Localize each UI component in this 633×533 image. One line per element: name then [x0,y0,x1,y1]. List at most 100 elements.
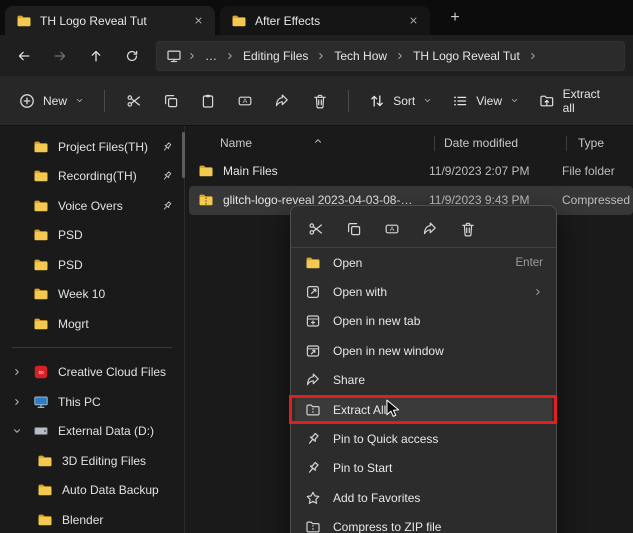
mouse-cursor [386,399,401,419]
extract-icon [539,93,555,109]
sidebar-item-label: Creative Cloud Files [58,365,173,379]
close-tab-icon[interactable] [403,11,423,31]
menu-item-compress-to-zip[interactable]: Compress to ZIP file [295,513,552,533]
close-tab-icon[interactable] [188,11,208,31]
share-icon [422,221,438,237]
breadcrumb-ellipsis[interactable]: … [202,47,220,65]
sort-button[interactable]: Sort [360,84,441,118]
rename-button[interactable] [228,84,263,118]
navigation-pane: Project Files(TH) Recording(TH) Voice Ov… [0,126,184,533]
refresh-button[interactable] [116,41,148,71]
sidebar-item-voice-overs[interactable]: Voice Overs [3,191,181,221]
column-headers: Name Date modified Type [185,130,633,156]
extract-all-highlight-annotation [289,395,557,424]
copy-button[interactable] [153,84,188,118]
chevron-down-icon [75,96,84,105]
extract-all-label: Extract all [563,87,614,115]
new-tab-icon [304,313,321,330]
sidebar-item-psd-2[interactable]: PSD [3,250,181,280]
column-label: Date modified [444,136,518,150]
cut-button[interactable] [298,214,334,243]
sort-ascending-icon [313,136,323,146]
share-icon [304,372,321,389]
sidebar-item-creative-cloud-files[interactable]: Creative Cloud Files [3,358,181,388]
forward-button[interactable] [44,41,76,71]
paste-button[interactable] [190,84,225,118]
sidebar-item-label: PSD [58,258,173,272]
cut-button[interactable] [116,84,151,118]
rename-icon [384,221,400,237]
forward-icon [53,49,67,63]
address-bar[interactable]: … Editing Files Tech How TH Logo Reveal … [156,41,625,71]
menu-item-open-with[interactable]: Open with [295,277,552,306]
sidebar-item-label: Voice Overs [58,199,152,213]
sidebar-item-mogrt[interactable]: Mogrt [3,309,181,339]
column-header-name[interactable]: Name [185,136,434,150]
view-label: View [476,94,502,108]
drive-icon [33,423,49,439]
menu-item-open-in-new-tab[interactable]: Open in new tab [295,307,552,336]
folder-icon [33,227,49,243]
view-button[interactable]: View [443,84,528,118]
breadcrumb-item[interactable]: Editing Files [240,47,311,65]
sidebar-item-3d-editing-files[interactable]: 3D Editing Files [3,446,181,476]
delete-button[interactable] [450,214,486,243]
delete-button[interactable] [302,84,337,118]
file-type: Compressed [550,193,633,207]
navigation-bar: … Editing Files Tech How TH Logo Reveal … [0,35,633,76]
folder-icon [33,257,49,273]
sort-icon [369,93,385,109]
up-button[interactable] [80,41,112,71]
sort-label: Sort [393,94,415,108]
sidebar-item-blender[interactable]: Blender [3,505,181,533]
share-button[interactable] [412,214,448,243]
sidebar-item-week-10[interactable]: Week 10 [3,280,181,310]
menu-item-open[interactable]: Open Enter [295,248,552,277]
sidebar-item-project-files[interactable]: Project Files(TH) [3,132,181,162]
tab-th-logo-reveal-tut[interactable]: TH Logo Reveal Tut [5,6,215,35]
breadcrumb-item[interactable]: Tech How [331,47,390,65]
sidebar-item-label: Recording(TH) [58,169,152,183]
extract-all-button[interactable]: Extract all [530,84,623,118]
rename-icon [237,93,253,109]
copy-button[interactable] [336,214,372,243]
chevron-right-icon[interactable] [9,394,24,409]
sidebar-scrollbar[interactable] [182,132,185,178]
sidebar-tree: Creative Cloud Files This PC External Da… [0,358,184,533]
sidebar-item-external-data[interactable]: External Data (D:) [3,417,181,447]
menu-item-add-to-favorites[interactable]: Add to Favorites [295,483,552,512]
star-icon [304,489,321,506]
new-button[interactable]: New [10,84,93,118]
menu-item-label: Open [333,256,504,270]
sidebar-item-this-pc[interactable]: This PC [3,387,181,417]
sidebar-item-auto-data-backup[interactable]: Auto Data Backup [3,476,181,506]
chevron-down-icon[interactable] [9,424,24,439]
menu-item-share[interactable]: Share [295,366,552,395]
this-pc-icon [166,48,182,64]
column-header-type[interactable]: Type [567,136,633,150]
file-explorer-window: TH Logo Reveal Tut After Effects + … Edi… [0,0,633,533]
file-type: File folder [550,164,633,178]
folder-icon [198,163,214,179]
column-header-date-modified[interactable]: Date modified [435,136,566,150]
sidebar-item-psd-1[interactable]: PSD [3,221,181,251]
sidebar-item-label: Auto Data Backup [62,483,173,497]
sidebar-item-label: This PC [58,395,173,409]
menu-item-pin-to-start[interactable]: Pin to Start [295,454,552,483]
chevron-right-icon[interactable] [9,365,24,380]
new-tab-button[interactable]: + [442,5,468,31]
back-button[interactable] [8,41,40,71]
share-button[interactable] [265,84,300,118]
sidebar-item-recording[interactable]: Recording(TH) [3,162,181,192]
breadcrumb-item[interactable]: TH Logo Reveal Tut [410,47,523,65]
share-icon [274,93,290,109]
copy-icon [346,221,362,237]
folder-icon [37,453,53,469]
menu-item-pin-to-quick-access[interactable]: Pin to Quick access [295,424,552,453]
pin-icon [161,141,173,153]
folder-icon [33,139,49,155]
file-row-main-files[interactable]: Main Files 11/9/2023 2:07 PM File folder [189,156,633,186]
rename-button[interactable] [374,214,410,243]
menu-item-open-in-new-window[interactable]: Open in new window [295,336,552,365]
tab-after-effects[interactable]: After Effects [220,6,430,35]
